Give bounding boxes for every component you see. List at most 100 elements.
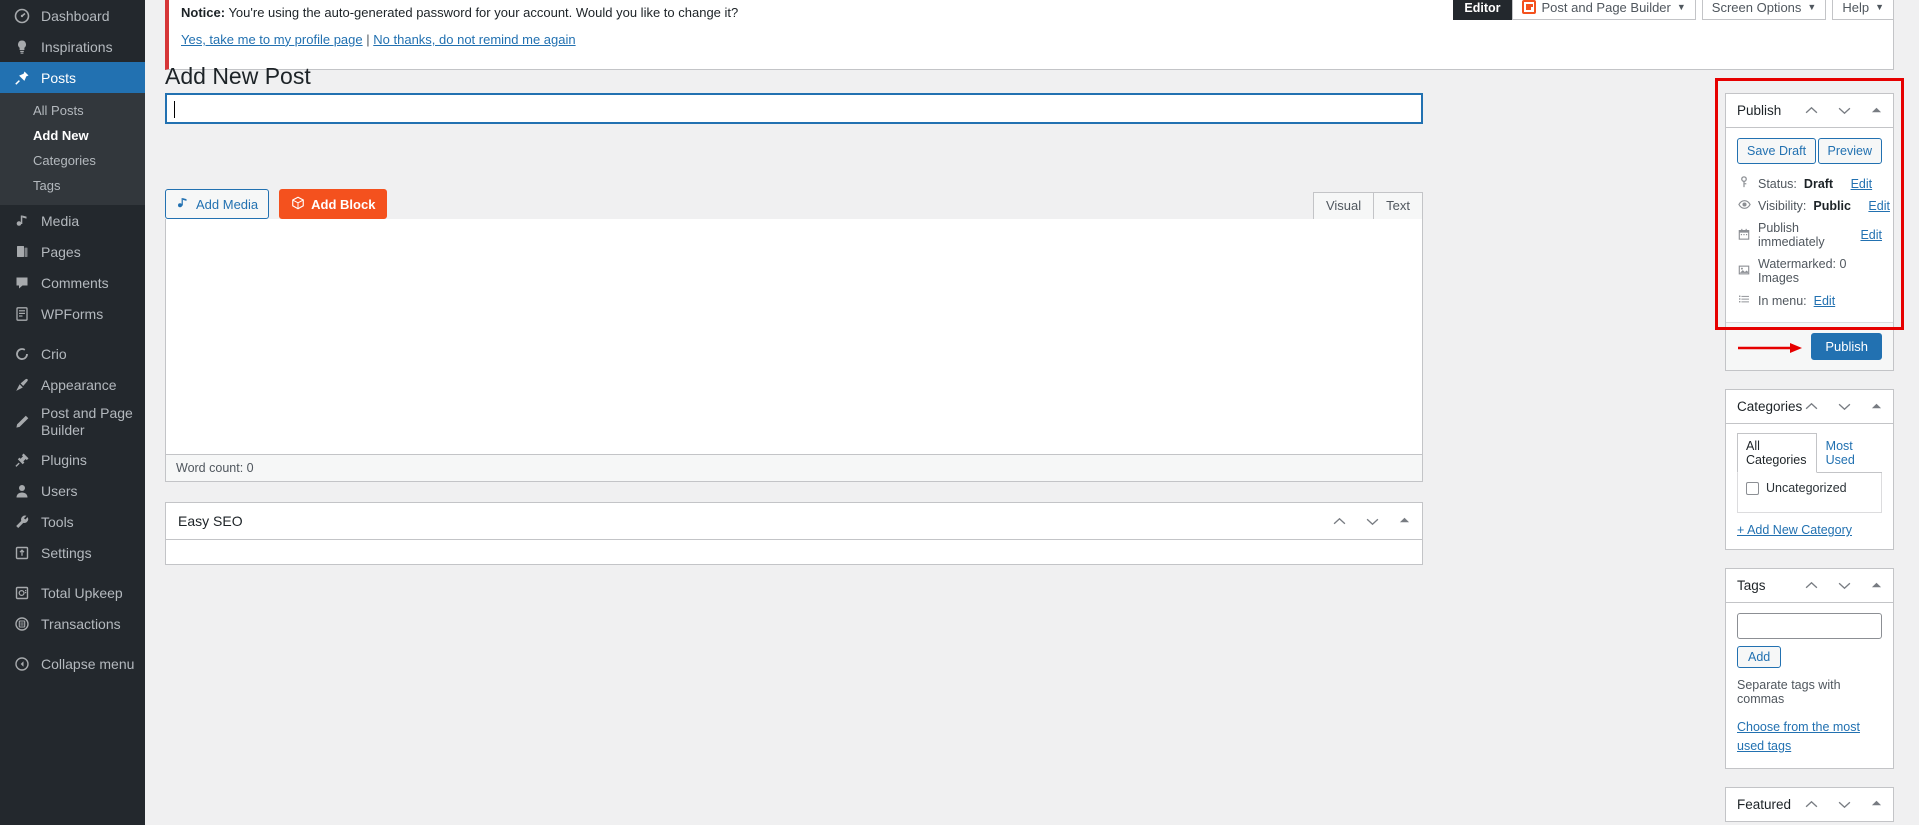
notice-no-link[interactable]: No thanks, do not remind me again — [373, 32, 575, 47]
notice-actions: Yes, take me to my profile page | No tha… — [181, 30, 1881, 51]
move-down-icon[interactable] — [1838, 579, 1851, 592]
annotation-arrow-icon — [1738, 342, 1804, 353]
image-icon — [1737, 264, 1751, 279]
toggle-panel-icon[interactable] — [1871, 799, 1882, 809]
easy-seo-body — [166, 540, 1422, 564]
sidebar-item-tools[interactable]: Tools — [0, 506, 145, 537]
move-down-icon[interactable] — [1838, 104, 1851, 117]
sidebar-item-label: Tools — [41, 513, 74, 530]
notice-prefix: Notice: — [181, 5, 226, 20]
post-and-page-builder-button[interactable]: Post and Page Builder ▼ — [1511, 0, 1696, 20]
tab-all-categories[interactable]: All Categories — [1737, 433, 1817, 474]
brush-icon — [12, 375, 32, 395]
help-label: Help — [1842, 0, 1870, 15]
plug-icon — [12, 450, 32, 470]
add-tag-button[interactable]: Add — [1737, 646, 1782, 669]
editor-content-area[interactable] — [165, 219, 1423, 455]
featured-title: Featured — [1737, 796, 1792, 812]
sidebar-item-total-upkeep[interactable]: Total Upkeep — [0, 577, 145, 608]
sidebar-item-users[interactable]: Users — [0, 475, 145, 506]
add-block-label: Add Block — [311, 196, 376, 212]
sidebar-item-transactions[interactable]: Transactions — [0, 608, 145, 639]
most-used-tags-link[interactable]: Choose from the most used tags — [1737, 718, 1882, 766]
publish-date-label: Publish immediately — [1758, 221, 1825, 250]
status-label: Status: — [1758, 176, 1797, 191]
submenu-item-categories[interactable]: Categories — [0, 148, 145, 173]
menu-separator — [0, 329, 145, 338]
sidebar-item-pages[interactable]: Pages — [0, 236, 145, 267]
toggle-panel-icon[interactable] — [1871, 402, 1882, 412]
preview-button[interactable]: Preview — [1817, 138, 1882, 165]
sidebar-item-label: Appearance — [41, 376, 117, 393]
save-draft-button[interactable]: Save Draft — [1737, 138, 1817, 165]
sidebar-item-plugins[interactable]: Plugins — [0, 444, 145, 475]
move-up-icon[interactable] — [1333, 515, 1346, 528]
main-content-area: Editor Post and Page Builder ▼ Screen Op… — [145, 0, 1919, 825]
toggle-panel-icon[interactable] — [1399, 516, 1410, 526]
crio-icon — [12, 344, 32, 364]
transactions-icon — [12, 614, 32, 634]
tab-text[interactable]: Text — [1373, 192, 1423, 219]
move-down-icon[interactable] — [1366, 515, 1379, 528]
help-button[interactable]: Help ▼ — [1832, 0, 1894, 20]
add-media-button[interactable]: Add Media — [165, 189, 270, 219]
sidebar-item-comments[interactable]: Comments — [0, 267, 145, 298]
edit-publish-date-link[interactable]: Edit — [1860, 228, 1882, 242]
sidebar-item-label: Pages — [41, 243, 81, 260]
visibility-value: Public — [1813, 199, 1851, 214]
move-down-icon[interactable] — [1838, 798, 1851, 811]
sidebar-item-crio[interactable]: Crio — [0, 338, 145, 369]
sidebar-item-label: Crio — [41, 345, 67, 362]
edit-in-menu-link[interactable]: Edit — [1814, 294, 1836, 308]
sidebar-item-label: Dashboard — [41, 7, 110, 24]
notice-body: You're using the auto-generated password… — [225, 5, 739, 20]
featured-header: Featured — [1726, 788, 1893, 821]
text-cursor — [174, 101, 175, 118]
post-body-column: Add Media Add Block Visual Text Word cou… — [165, 93, 1423, 565]
easy-seo-title: Easy SEO — [178, 513, 243, 529]
sidebar-item-inspirations[interactable]: Inspirations — [0, 31, 145, 62]
sidebar-item-appearance[interactable]: Appearance — [0, 369, 145, 400]
toggle-panel-icon[interactable] — [1871, 106, 1882, 116]
move-up-icon[interactable] — [1805, 798, 1818, 811]
tab-most-used[interactable]: Most Used — [1817, 433, 1882, 473]
post-title-input[interactable] — [165, 93, 1423, 124]
sidebar-item-settings[interactable]: Settings — [0, 537, 145, 568]
tab-visual[interactable]: Visual — [1312, 192, 1375, 219]
notice-yes-link[interactable]: Yes, take me to my profile page — [181, 32, 363, 47]
screen-options-button[interactable]: Screen Options ▼ — [1701, 0, 1827, 20]
category-label: Uncategorized — [1766, 481, 1847, 496]
lightbulb-icon — [12, 37, 32, 57]
move-up-icon[interactable] — [1805, 579, 1818, 592]
submenu-item-tags[interactable]: Tags — [0, 173, 145, 198]
submenu-item-add-new[interactable]: Add New — [0, 123, 145, 148]
checkbox-icon[interactable] — [1746, 481, 1759, 495]
sidebar-item-media[interactable]: Media — [0, 205, 145, 236]
wordpress-admin-screen: Dashboard Inspirations Posts All Posts A… — [0, 0, 1919, 825]
add-new-category-link[interactable]: + Add New Category — [1726, 513, 1893, 549]
move-up-icon[interactable] — [1805, 104, 1818, 117]
edit-status-link[interactable]: Edit — [1851, 177, 1873, 191]
postbox-handle-actions — [1805, 104, 1882, 117]
sidebar-item-wpforms[interactable]: WPForms — [0, 298, 145, 329]
postbox-handle-actions — [1333, 515, 1410, 528]
menu-separator — [0, 568, 145, 577]
toggle-panel-icon[interactable] — [1871, 581, 1882, 591]
category-item-uncategorized[interactable]: Uncategorized — [1746, 481, 1873, 495]
edit-visibility-link[interactable]: Edit — [1868, 199, 1890, 213]
editor-tab[interactable]: Editor — [1453, 0, 1512, 20]
move-down-icon[interactable] — [1838, 400, 1851, 413]
notice-separator: | — [366, 31, 370, 47]
user-icon — [12, 481, 32, 501]
submenu-item-all-posts[interactable]: All Posts — [0, 98, 145, 123]
sidebar-item-posts[interactable]: Posts — [0, 62, 145, 93]
sidebar-item-collapse-menu[interactable]: Collapse menu — [0, 648, 145, 679]
categories-postbox: Categories All Categories Most Used Unca… — [1725, 389, 1894, 551]
move-up-icon[interactable] — [1805, 400, 1818, 413]
publish-button[interactable]: Publish — [1811, 333, 1882, 361]
title-wrap — [165, 93, 1423, 124]
add-block-button[interactable]: Add Block — [279, 189, 388, 219]
tag-input[interactable] — [1737, 613, 1882, 640]
sidebar-item-dashboard[interactable]: Dashboard — [0, 0, 145, 31]
sidebar-item-post-and-page-builder[interactable]: Post and Page Builder — [0, 400, 145, 444]
